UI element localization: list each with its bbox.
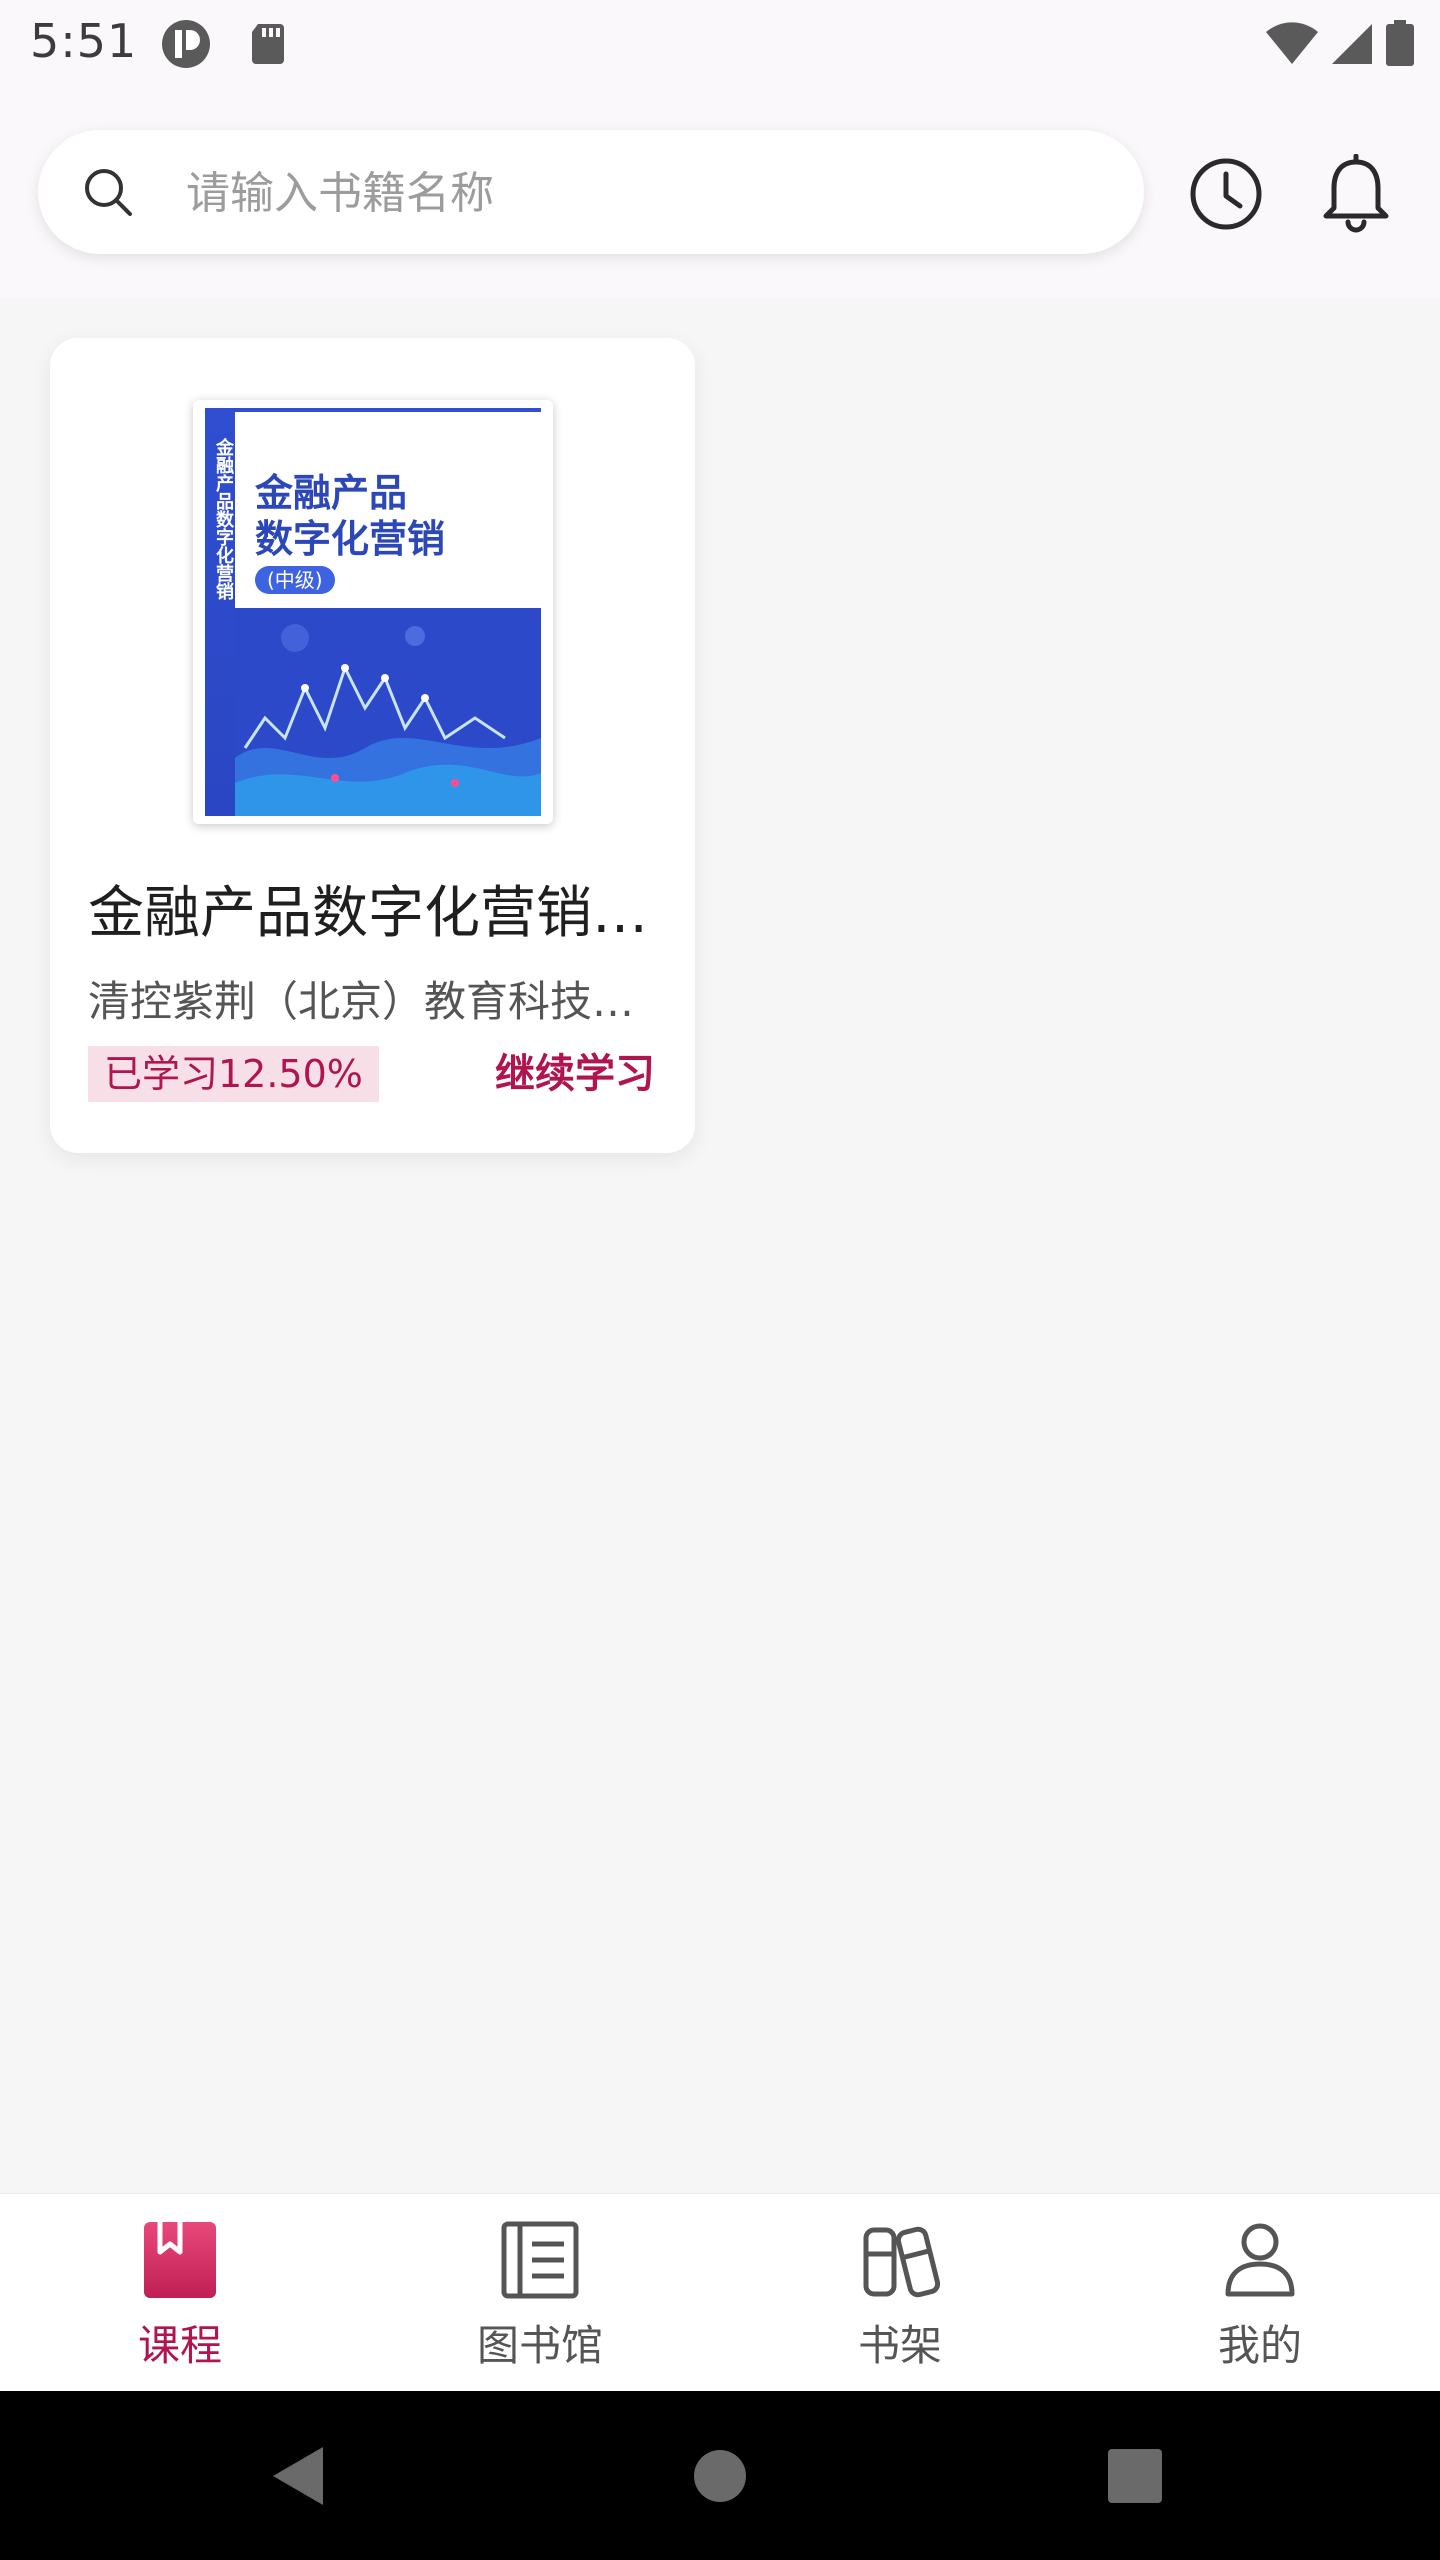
system-navigation-bar — [0, 2391, 1440, 2560]
signal-icon — [1332, 24, 1372, 64]
book-cover[interactable]: 金融产品数字化营销 金融产品 数字化营销 (中级) — [193, 400, 553, 824]
bottom-navigation: 课程 图书馆 书架 我的 — [0, 2193, 1440, 2392]
app-notification-icon — [162, 20, 210, 68]
continue-learning-button[interactable]: 继续学习 — [495, 1046, 655, 1102]
search-input[interactable] — [184, 148, 1088, 238]
nav-label-profile: 我的 — [1217, 2321, 1302, 2370]
bookshelf-icon — [863, 2226, 940, 2298]
notification-button[interactable] — [1310, 148, 1402, 240]
notification-bell-icon — [1323, 154, 1389, 233]
home-icon[interactable] — [685, 2441, 755, 2511]
course-card[interactable]: 金融产品数字化营销 金融产品 数字化营销 (中级) 金融产品数字化营销（ 清控紫… — [50, 338, 695, 1153]
cover-title-line-2: 数字化营销 — [255, 517, 446, 561]
nav-label-library: 图书馆 — [476, 2321, 603, 2370]
cover-spine-text: 金融产品数字化营销 — [213, 438, 234, 600]
recents-icon[interactable] — [1100, 2441, 1170, 2511]
cover-wave-graphic — [235, 608, 541, 816]
header — [0, 88, 1440, 298]
library-list-icon — [501, 2221, 579, 2299]
cover-title: 金融产品 数字化营销 — [255, 470, 445, 562]
nav-item-courses[interactable]: 课程 — [0, 2194, 360, 2392]
back-icon[interactable] — [265, 2441, 335, 2511]
search-icon — [85, 169, 132, 216]
cover-level-badge: (中级) — [255, 566, 335, 594]
book-cover-art: 金融产品数字化营销 金融产品 数字化营销 (中级) — [205, 408, 541, 816]
status-bar: 5:51 — [0, 0, 1440, 88]
user-profile-icon — [1225, 2223, 1295, 2297]
status-right-icons — [1264, 18, 1416, 70]
progress-badge: 已学习12.50% — [88, 1046, 379, 1102]
course-author: 清控紫荆（北京）教育科技股份有限公司 — [88, 977, 658, 1026]
course-list: 金融产品数字化营销 金融产品 数字化营销 (中级) 金融产品数字化营销（ 清控紫… — [0, 298, 1440, 2193]
bookmark-book-icon — [144, 2222, 216, 2298]
history-button[interactable] — [1180, 148, 1272, 240]
nav-label-bookshelf: 书架 — [857, 2321, 942, 2370]
search-bar[interactable] — [38, 130, 1144, 254]
nav-label-courses: 课程 — [137, 2321, 222, 2370]
nav-item-profile[interactable]: 我的 — [1080, 2194, 1440, 2392]
wifi-icon — [1266, 22, 1318, 64]
history-clock-icon — [1190, 158, 1262, 230]
status-time: 5:51 — [30, 14, 138, 68]
sd-card-icon — [252, 24, 284, 64]
nav-item-bookshelf[interactable]: 书架 — [720, 2194, 1080, 2392]
cover-title-line-1: 金融产品 — [255, 471, 408, 515]
course-title[interactable]: 金融产品数字化营销（中级） — [88, 868, 658, 949]
battery-icon — [1386, 20, 1414, 66]
nav-item-library[interactable]: 图书馆 — [360, 2194, 720, 2392]
